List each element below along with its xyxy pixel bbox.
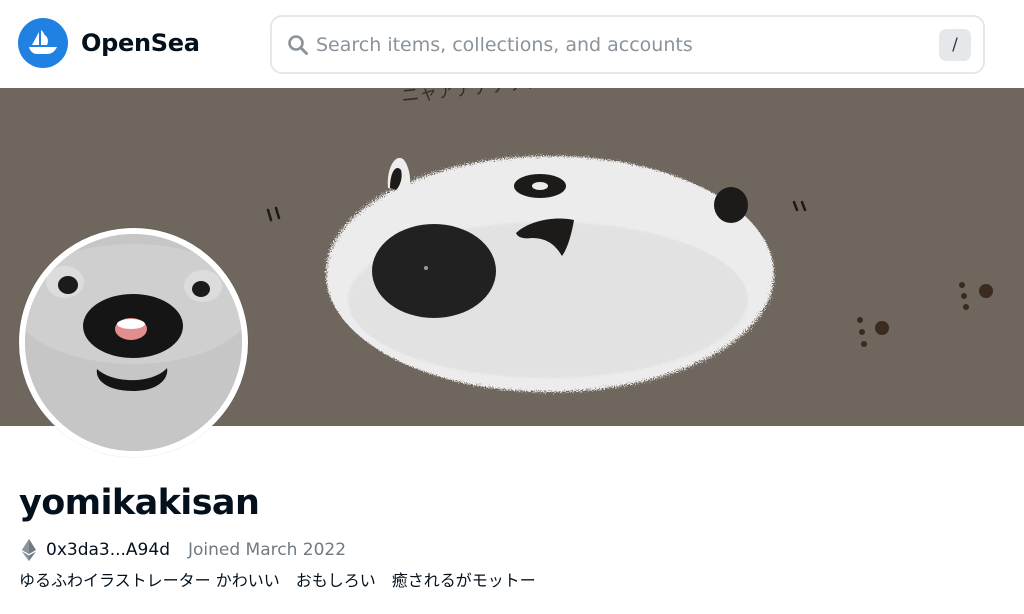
search-input[interactable] [316,17,939,72]
ethereum-icon [22,539,36,561]
profile-username: yomikakisan [19,483,260,523]
profile-meta-row: 0x3da3...A94d Joined March 2022 [22,537,346,563]
profile-avatar[interactable] [19,228,248,457]
brand-name: OpenSea [81,29,200,57]
opensea-logo-link[interactable]: OpenSea [18,18,200,68]
profile-bio: ゆるふわイラストレーター かわいい おもしろい 癒されるがモットー [19,571,536,590]
opensea-ship-icon [18,18,68,68]
search-shortcut-key: / [939,28,971,61]
top-navbar: OpenSea / [0,0,1024,88]
joined-date: Joined March 2022 [187,540,347,560]
search-icon [286,33,310,57]
wallet-address[interactable]: 0x3da3...A94d [46,540,170,560]
search-bar[interactable]: / [270,15,985,74]
